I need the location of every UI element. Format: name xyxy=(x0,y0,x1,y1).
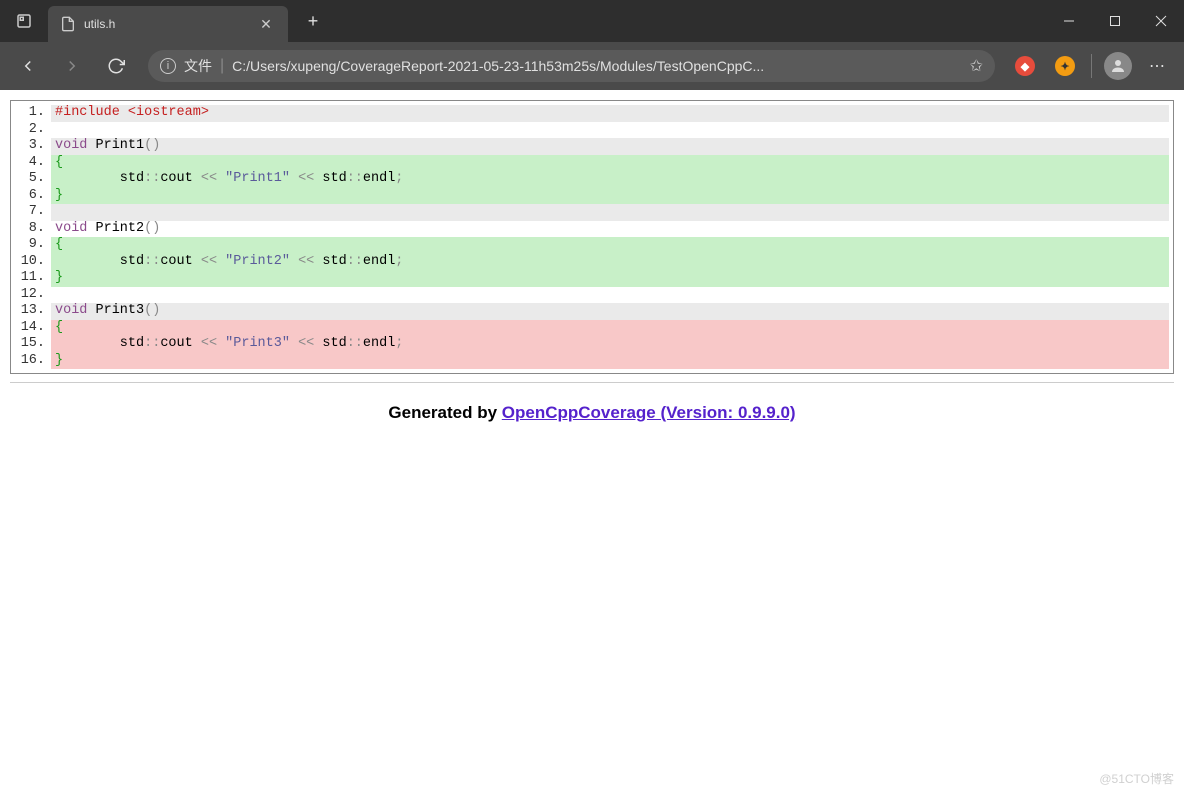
line-number: 13. xyxy=(11,303,51,320)
code-line: 5. std::cout << "Print1" << std::endl; xyxy=(11,171,1169,188)
line-code: { xyxy=(51,155,1169,172)
code-line: 15. std::cout << "Print3" << std::endl; xyxy=(11,336,1169,353)
browser-tab[interactable]: utils.h ✕ xyxy=(48,6,288,42)
address-scheme-label: 文件 xyxy=(184,56,212,76)
info-icon[interactable]: i xyxy=(160,58,176,74)
line-number: 1. xyxy=(11,105,51,122)
code-coverage-source: 1.#include <iostream>2.3.void Print1()4.… xyxy=(10,100,1174,374)
back-button[interactable] xyxy=(8,46,48,86)
code-line: 10. std::cout << "Print2" << std::endl; xyxy=(11,254,1169,271)
code-line: 9.{ xyxy=(11,237,1169,254)
code-line: 3.void Print1() xyxy=(11,138,1169,155)
watermark: @51CTO博客 xyxy=(1099,770,1174,787)
code-line: 12. xyxy=(11,287,1169,304)
code-line: 11.} xyxy=(11,270,1169,287)
line-number: 15. xyxy=(11,336,51,353)
opencppcoverage-link[interactable]: OpenCppCoverage (Version: 0.9.9.0) xyxy=(502,403,796,422)
page-content: 1.#include <iostream>2.3.void Print1()4.… xyxy=(0,90,1184,433)
tab-close-button[interactable]: ✕ xyxy=(256,16,276,33)
new-tab-button[interactable]: + xyxy=(298,11,328,32)
code-line: 1.#include <iostream> xyxy=(11,105,1169,122)
footer: Generated by OpenCppCoverage (Version: 0… xyxy=(10,403,1174,423)
line-number: 8. xyxy=(11,221,51,238)
code-line: 13.void Print3() xyxy=(11,303,1169,320)
line-code: #include <iostream> xyxy=(51,105,1169,122)
address-separator: | xyxy=(220,57,224,75)
line-number: 2. xyxy=(11,122,51,139)
line-number: 4. xyxy=(11,155,51,172)
line-code: std::cout << "Print2" << std::endl; xyxy=(51,254,1169,271)
maximize-button[interactable] xyxy=(1092,0,1138,42)
line-number: 3. xyxy=(11,138,51,155)
tab-title: utils.h xyxy=(84,17,248,31)
line-number: 6. xyxy=(11,188,51,205)
browser-app-icon[interactable] xyxy=(0,0,48,42)
extension-other-icon[interactable]: ✦ xyxy=(1047,48,1083,84)
file-icon xyxy=(60,16,76,32)
line-code: void Print1() xyxy=(51,138,1169,155)
code-line: 6.} xyxy=(11,188,1169,205)
line-number: 5. xyxy=(11,171,51,188)
line-code: std::cout << "Print3" << std::endl; xyxy=(51,336,1169,353)
line-number: 16. xyxy=(11,353,51,370)
toolbar: i 文件 | C:/Users/xupeng/CoverageReport-20… xyxy=(0,42,1184,90)
address-bar[interactable]: i 文件 | C:/Users/xupeng/CoverageReport-20… xyxy=(148,50,995,82)
close-button[interactable] xyxy=(1138,0,1184,42)
extension-adblock-icon[interactable]: ◆ xyxy=(1007,48,1043,84)
line-number: 14. xyxy=(11,320,51,337)
code-line: 8.void Print2() xyxy=(11,221,1169,238)
divider xyxy=(10,382,1174,383)
code-line: 4.{ xyxy=(11,155,1169,172)
line-number: 11. xyxy=(11,270,51,287)
code-line: 16.} xyxy=(11,353,1169,370)
refresh-button[interactable] xyxy=(96,46,136,86)
footer-label: Generated by xyxy=(388,403,501,422)
code-line: 2. xyxy=(11,122,1169,139)
line-code: { xyxy=(51,320,1169,337)
line-number: 10. xyxy=(11,254,51,271)
window-controls xyxy=(1046,0,1184,42)
profile-button[interactable] xyxy=(1100,48,1136,84)
toolbar-separator xyxy=(1091,54,1092,78)
favorite-icon[interactable]: ✩ xyxy=(970,56,983,76)
line-code: void Print2() xyxy=(51,221,1169,238)
line-code: } xyxy=(51,270,1169,287)
line-number: 7. xyxy=(11,204,51,221)
menu-button[interactable]: ⋯ xyxy=(1140,48,1176,84)
line-code: } xyxy=(51,188,1169,205)
line-code xyxy=(51,122,1169,139)
line-number: 12. xyxy=(11,287,51,304)
code-line: 7. xyxy=(11,204,1169,221)
line-code: void Print3() xyxy=(51,303,1169,320)
titlebar: utils.h ✕ + xyxy=(0,0,1184,42)
line-code xyxy=(51,204,1169,221)
line-code: { xyxy=(51,237,1169,254)
code-line: 14.{ xyxy=(11,320,1169,337)
forward-button[interactable] xyxy=(52,46,92,86)
line-number: 9. xyxy=(11,237,51,254)
line-code xyxy=(51,287,1169,304)
address-url: C:/Users/xupeng/CoverageReport-2021-05-2… xyxy=(232,58,961,74)
line-code: std::cout << "Print1" << std::endl; xyxy=(51,171,1169,188)
minimize-button[interactable] xyxy=(1046,0,1092,42)
line-code: } xyxy=(51,353,1169,370)
